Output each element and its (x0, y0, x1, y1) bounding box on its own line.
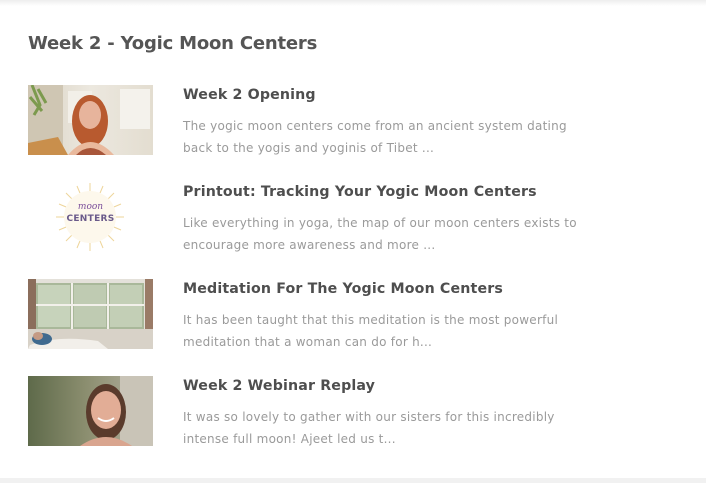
lesson-description: It has been taught that this meditation … (183, 313, 559, 349)
section-title: Week 2 - Yogic Moon Centers (28, 33, 318, 54)
moon-centers-logo: moon CENTERS (66, 202, 115, 224)
lesson-description: Like everything in yoga, the map of our … (183, 216, 577, 252)
lesson-thumbnail[interactable] (28, 376, 153, 446)
lesson-description: It was so lovely to gather with our sist… (183, 410, 555, 446)
lesson-title[interactable]: Meditation For The Yogic Moon Centers (183, 281, 503, 297)
lesson-title[interactable]: Week 2 Opening (183, 87, 316, 103)
lesson-item-week-2-opening[interactable]: Week 2 Opening The yogic moon centers co… (28, 85, 588, 157)
lesson-item-webinar-replay[interactable]: Week 2 Webinar Replay It was so lovely t… (28, 376, 588, 448)
lesson-thumbnail[interactable]: moon CENTERS (28, 182, 153, 252)
bottom-divider (0, 478, 706, 483)
lesson-title[interactable]: Week 2 Webinar Replay (183, 378, 375, 394)
lesson-item-meditation[interactable]: Meditation For The Yogic Moon Centers It… (28, 279, 588, 351)
top-shadow (0, 0, 706, 6)
lesson-item-printout[interactable]: moon CENTERS Printout: Tracking Your Yog… (28, 182, 588, 254)
lesson-thumbnail[interactable] (28, 85, 153, 155)
lesson-thumbnail[interactable] (28, 279, 153, 349)
lesson-title[interactable]: Printout: Tracking Your Yogic Moon Cente… (183, 184, 537, 200)
lesson-description: The yogic moon centers come from an anci… (183, 119, 567, 155)
